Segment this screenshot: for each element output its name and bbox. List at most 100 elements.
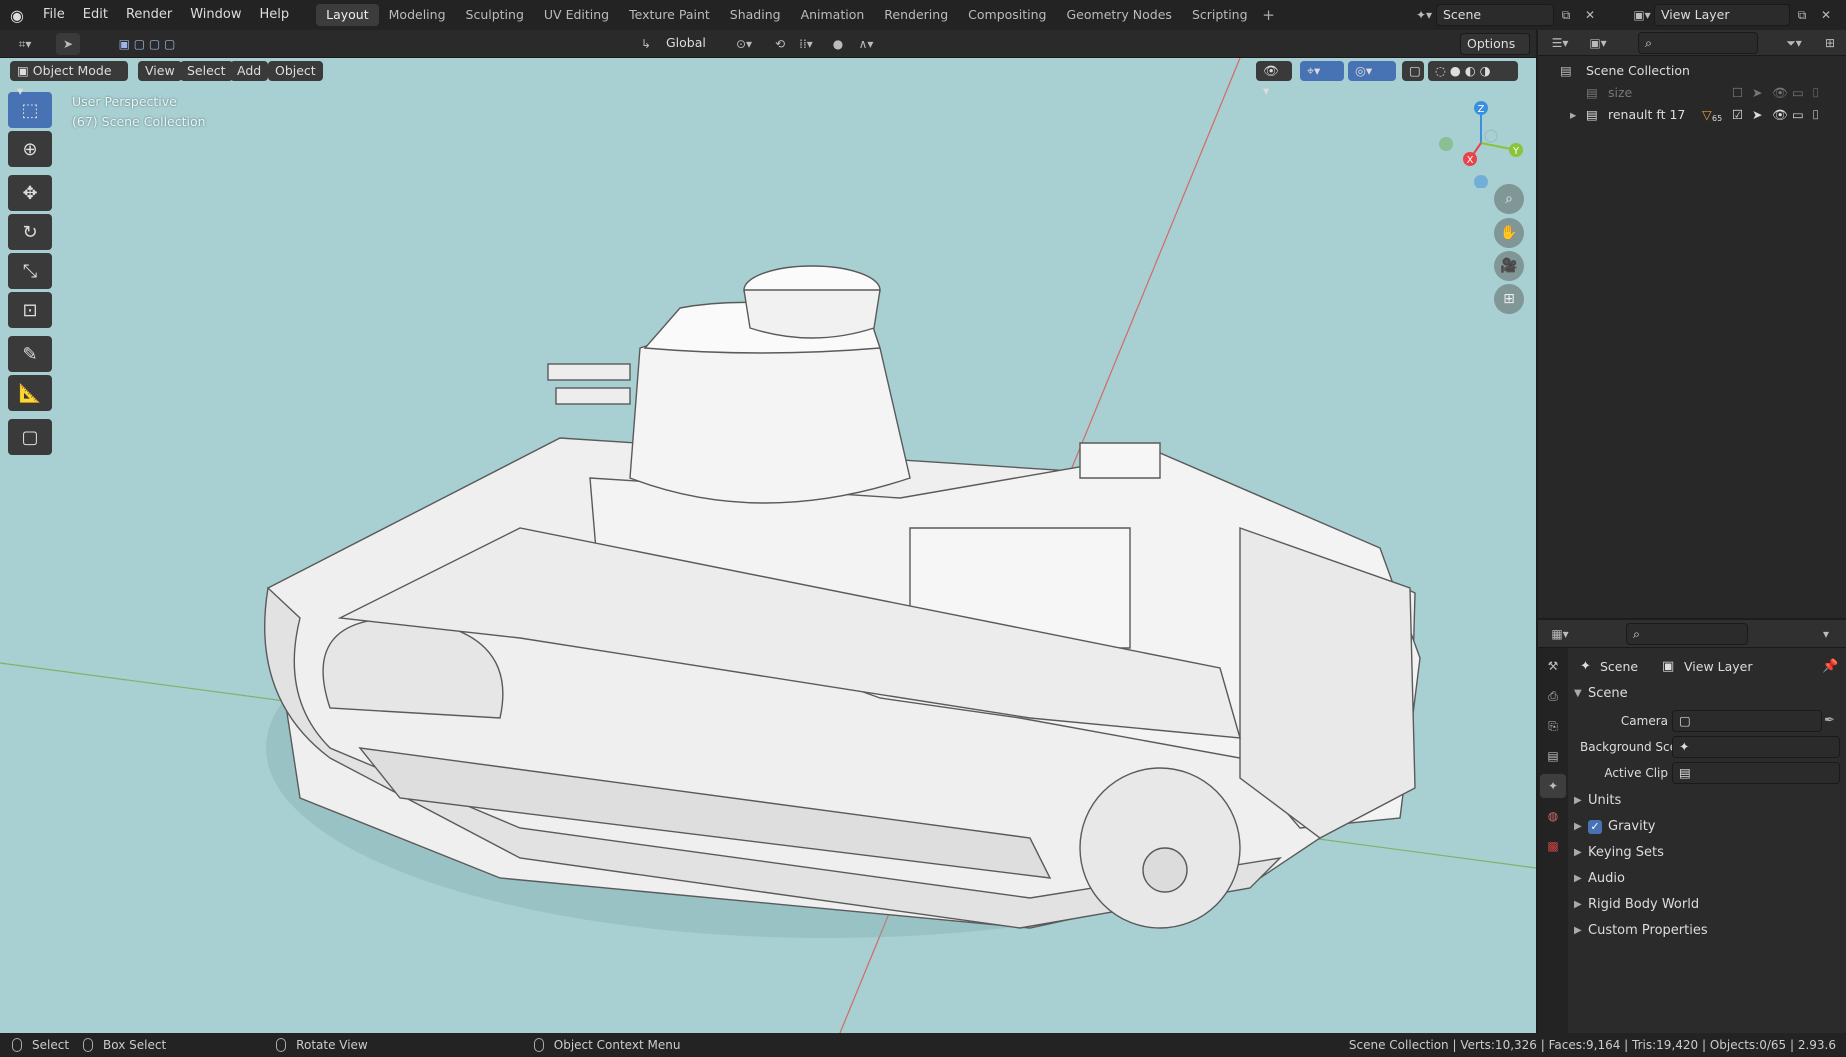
- output-tab-icon[interactable]: ⎘: [1540, 714, 1566, 738]
- outliner-row-size[interactable]: ▤ size ☐ ➤ 👁 ▭ ⌷: [1538, 82, 1846, 104]
- transform-tool-icon[interactable]: ⊡: [8, 292, 52, 328]
- view-layer-tab-icon[interactable]: ▤: [1540, 744, 1566, 768]
- render-camera-icon[interactable]: ⌷: [1812, 82, 1820, 104]
- blender-logo-icon[interactable]: ◉: [0, 0, 34, 30]
- eye-icon[interactable]: 👁: [1772, 104, 1788, 126]
- outliner-row-scene-collection[interactable]: ▤ Scene Collection: [1538, 60, 1846, 82]
- add-workspace-button[interactable]: +: [1258, 6, 1280, 24]
- proportional-edit-icon[interactable]: ●: [826, 33, 850, 55]
- display-mode-icon[interactable]: ▣▾: [1582, 32, 1614, 54]
- new-collection-icon[interactable]: ⊞: [1818, 32, 1842, 54]
- ortho-grid-icon[interactable]: ⊞: [1494, 284, 1524, 314]
- properties-editor-type-icon[interactable]: ▦▾: [1544, 623, 1576, 645]
- tab-uv-editing[interactable]: UV Editing: [534, 4, 619, 26]
- move-tool-icon[interactable]: ✥: [8, 175, 52, 211]
- select-mode-icons[interactable]: ▣ ▢ ▢ ▢: [94, 33, 200, 55]
- scene-section-header[interactable]: ▼ Scene: [1572, 683, 1842, 705]
- menu-edit[interactable]: Edit: [74, 0, 117, 30]
- navigation-gizmo[interactable]: Z Y X: [1436, 98, 1526, 188]
- view-layer-icon[interactable]: ▣▾: [1630, 4, 1654, 26]
- camera-field[interactable]: ▢: [1672, 710, 1822, 732]
- tab-scripting[interactable]: Scripting: [1182, 4, 1258, 26]
- measure-tool-icon[interactable]: 📐: [8, 375, 52, 411]
- cursor-tool-icon[interactable]: ⊕: [8, 131, 52, 167]
- keying-sets-section[interactable]: ▶ Keying Sets: [1572, 842, 1842, 864]
- delete-scene-icon[interactable]: ✕: [1578, 4, 1602, 26]
- texture-tab-icon[interactable]: ▩: [1540, 834, 1566, 858]
- delete-view-layer-icon[interactable]: ✕: [1814, 4, 1838, 26]
- scale-tool-icon[interactable]: ⤡: [8, 253, 52, 289]
- select-tool-icon[interactable]: ➤: [56, 33, 80, 55]
- outliner-editor-type-icon[interactable]: ☰▾: [1544, 32, 1576, 54]
- options-dropdown[interactable]: Options: [1460, 33, 1530, 55]
- monitor-icon[interactable]: ▭: [1792, 104, 1804, 126]
- world-tab-icon[interactable]: ◍: [1540, 804, 1566, 828]
- pin-icon[interactable]: 📌: [1822, 656, 1838, 678]
- zoom-icon[interactable]: ⌕: [1494, 184, 1524, 214]
- shading-modes-icon[interactable]: ◌ ● ◐ ◑: [1428, 61, 1518, 81]
- background-scene-field[interactable]: ✦: [1672, 736, 1840, 758]
- menu-window[interactable]: Window: [181, 0, 250, 30]
- 3d-viewport[interactable]: User Perspective (67) Scene Collection ⬚…: [0, 58, 1536, 1033]
- scene-tab-icon[interactable]: ✦: [1540, 774, 1566, 798]
- select-arrow-icon[interactable]: ➤: [1752, 82, 1762, 104]
- tab-rendering[interactable]: Rendering: [874, 4, 958, 26]
- properties-options-icon[interactable]: ▾: [1814, 623, 1838, 645]
- exclude-checkbox-icon[interactable]: ☑: [1732, 104, 1743, 126]
- falloff-icon[interactable]: ∧▾: [850, 33, 882, 55]
- gravity-section[interactable]: ▶ ✓ Gravity: [1572, 816, 1842, 838]
- rigid-body-world-section[interactable]: ▶ Rigid Body World: [1572, 894, 1842, 916]
- editor-type-icon[interactable]: ⌗▾: [8, 33, 42, 55]
- rotate-tool-icon[interactable]: ↻: [8, 214, 52, 250]
- menu-render[interactable]: Render: [117, 0, 181, 30]
- tab-animation[interactable]: Animation: [791, 4, 875, 26]
- view-menu[interactable]: View: [138, 61, 182, 81]
- custom-properties-section[interactable]: ▶ Custom Properties: [1572, 920, 1842, 942]
- pivot-point-icon[interactable]: ⊙▾: [728, 33, 760, 55]
- tab-modeling[interactable]: Modeling: [379, 4, 456, 26]
- tab-shading[interactable]: Shading: [720, 4, 791, 26]
- outliner-row-renault[interactable]: ▸ ▤ renault ft 17 ▽ 65 ☑ ➤ 👁 ▭ ⌷: [1538, 104, 1846, 126]
- view-layer-name-field[interactable]: View Layer: [1654, 4, 1790, 26]
- new-scene-icon[interactable]: ⧉: [1554, 4, 1578, 26]
- tab-geometry-nodes[interactable]: Geometry Nodes: [1057, 4, 1182, 26]
- add-menu[interactable]: Add: [230, 61, 269, 81]
- outliner-search-input[interactable]: ⌕: [1638, 32, 1758, 54]
- select-menu[interactable]: Select: [180, 61, 233, 81]
- snap-target-icon[interactable]: ⁞⁞▾: [790, 33, 822, 55]
- new-view-layer-icon[interactable]: ⧉: [1790, 4, 1814, 26]
- render-camera-icon[interactable]: ⌷: [1812, 104, 1820, 126]
- audio-section[interactable]: ▶ Audio: [1572, 868, 1842, 890]
- active-clip-field[interactable]: ▤: [1672, 762, 1840, 784]
- camera-view-icon[interactable]: 🎥: [1494, 251, 1524, 281]
- object-mode-dropdown[interactable]: ▣ Object Mode ▾: [10, 61, 128, 98]
- menu-help[interactable]: Help: [251, 0, 299, 30]
- pan-hand-icon[interactable]: ✋: [1494, 218, 1524, 248]
- eye-icon[interactable]: 👁: [1772, 82, 1788, 104]
- monitor-icon[interactable]: ▭: [1792, 82, 1804, 104]
- menu-file[interactable]: File: [34, 0, 74, 30]
- exclude-checkbox-icon[interactable]: ☐: [1732, 82, 1743, 104]
- xray-icon[interactable]: ▢: [1402, 61, 1424, 81]
- select-arrow-icon[interactable]: ➤: [1752, 104, 1762, 126]
- overlay-toggle-icon[interactable]: ◎▾: [1348, 61, 1396, 81]
- object-menu[interactable]: Object: [268, 61, 323, 81]
- tab-texture-paint[interactable]: Texture Paint: [619, 4, 720, 26]
- units-section[interactable]: ▶ Units: [1572, 790, 1842, 812]
- tool-tab-icon[interactable]: ⚒: [1540, 654, 1566, 678]
- snap-icon[interactable]: ⟲: [768, 33, 792, 55]
- tab-compositing[interactable]: Compositing: [958, 4, 1056, 26]
- expand-arrow-icon[interactable]: ▸: [1570, 104, 1576, 126]
- transform-orientation-icon[interactable]: ↳: [634, 33, 658, 55]
- scene-name-field[interactable]: Scene: [1436, 4, 1554, 26]
- gizmo-toggle-icon[interactable]: ⌖▾: [1300, 61, 1344, 81]
- filter-icon[interactable]: ⏷▾: [1778, 32, 1810, 54]
- select-box-tool-icon[interactable]: ⬚: [8, 92, 52, 128]
- annotate-tool-icon[interactable]: ✎: [8, 336, 52, 372]
- properties-search-input[interactable]: ⌕: [1626, 623, 1748, 645]
- tab-sculpting[interactable]: Sculpting: [456, 4, 534, 26]
- eyedropper-icon[interactable]: ✒: [1824, 710, 1835, 732]
- transform-orientation-dropdown[interactable]: Global: [660, 33, 720, 55]
- visibility-icon[interactable]: 👁▾: [1256, 61, 1292, 98]
- scene-icon[interactable]: ✦▾: [1412, 4, 1436, 26]
